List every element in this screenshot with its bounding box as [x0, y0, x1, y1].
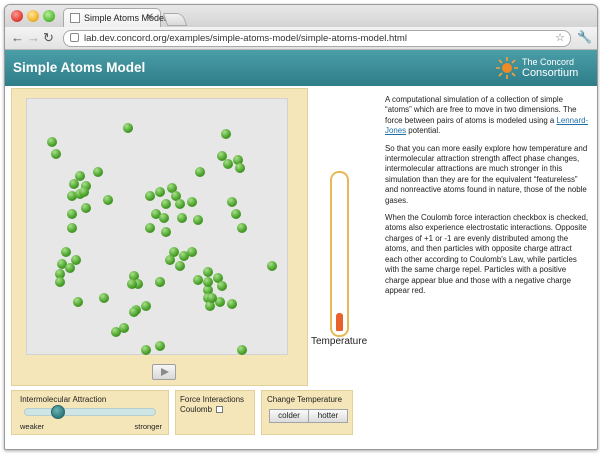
simulation-canvas[interactable]	[26, 98, 288, 355]
atom[interactable]	[119, 323, 129, 333]
atom[interactable]	[231, 209, 241, 219]
wrench-menu-icon[interactable]: 🔧	[577, 30, 592, 44]
tab-close-icon[interactable]: ✕	[146, 12, 154, 23]
atom[interactable]	[193, 215, 203, 225]
atom[interactable]	[103, 195, 113, 205]
atom[interactable]	[235, 163, 245, 173]
atom[interactable]	[203, 277, 213, 287]
minimize-window-button[interactable]	[27, 10, 39, 22]
atom[interactable]	[55, 277, 65, 287]
atom[interactable]	[145, 191, 155, 201]
description-paragraph-3: When the Coulomb force interaction check…	[385, 213, 589, 295]
bookmark-star-icon[interactable]: ☆	[555, 31, 565, 44]
atom[interactable]	[127, 279, 137, 289]
atom[interactable]	[69, 179, 79, 189]
atom[interactable]	[203, 267, 213, 277]
atom[interactable]	[159, 213, 169, 223]
atom[interactable]	[161, 227, 171, 237]
attraction-slider-handle[interactable]	[50, 405, 65, 419]
attraction-title: Intermolecular Attraction	[20, 395, 107, 404]
atom[interactable]	[65, 263, 75, 273]
atom[interactable]	[47, 137, 57, 147]
atom[interactable]	[237, 223, 247, 233]
atom[interactable]	[61, 247, 71, 257]
back-arrow-icon[interactable]: ←	[11, 30, 24, 46]
browser-window: Simple Atoms Model ✕ ← → ↻ lab.dev.conco…	[4, 4, 598, 450]
colder-button[interactable]: colder	[269, 409, 309, 423]
atom[interactable]	[141, 301, 151, 311]
atom[interactable]	[73, 297, 83, 307]
attraction-slider[interactable]	[24, 405, 156, 419]
play-button[interactable]	[152, 364, 176, 380]
sunburst-logo-icon	[496, 57, 518, 79]
atom[interactable]	[267, 261, 277, 271]
thermometer-fill	[336, 313, 343, 331]
atom[interactable]	[165, 255, 175, 265]
thermometer	[330, 171, 349, 337]
atom[interactable]	[177, 213, 187, 223]
atom[interactable]	[175, 199, 185, 209]
atom[interactable]	[223, 159, 233, 169]
description-paragraph-2: So that you can more easily explore how …	[385, 143, 588, 205]
atom[interactable]	[67, 223, 77, 233]
simulation-panel	[11, 88, 308, 386]
logo-line1: The Concord	[522, 57, 575, 67]
atom[interactable]	[207, 293, 217, 303]
page-title: Simple Atoms Model	[13, 60, 146, 75]
force-interactions-title: Force Interactions	[180, 395, 245, 404]
browser-toolbar: ← → ↻ lab.dev.concord.org/examples/simpl…	[5, 27, 597, 50]
forward-arrow-icon[interactable]: →	[27, 30, 40, 46]
change-temperature-control: Change Temperature colder hotter	[261, 390, 353, 435]
atom[interactable]	[217, 281, 227, 291]
zoom-window-button[interactable]	[43, 10, 55, 22]
atom[interactable]	[195, 167, 205, 177]
atom[interactable]	[99, 293, 109, 303]
description: A computational simulation of a collecti…	[385, 95, 589, 303]
page-favicon-icon	[70, 13, 80, 23]
close-window-button[interactable]	[11, 10, 23, 22]
reload-icon[interactable]: ↻	[43, 30, 54, 46]
atom[interactable]	[67, 209, 77, 219]
atom[interactable]	[155, 341, 165, 351]
atom[interactable]	[161, 199, 171, 209]
attraction-control: Intermolecular Attraction weaker stronge…	[11, 390, 169, 435]
atom[interactable]	[141, 345, 151, 355]
atom[interactable]	[227, 299, 237, 309]
atom[interactable]	[155, 187, 165, 197]
logo-line2: Consortium	[522, 67, 579, 79]
atom[interactable]	[93, 167, 103, 177]
new-tab-button[interactable]	[162, 13, 188, 26]
atom[interactable]	[237, 345, 247, 355]
atom[interactable]	[155, 277, 165, 287]
change-temperature-title: Change Temperature	[267, 395, 343, 404]
tab-simple-atoms-model[interactable]: Simple Atoms Model ✕	[63, 8, 166, 28]
atom[interactable]	[227, 197, 237, 207]
hotter-button[interactable]: hotter	[308, 409, 348, 423]
description-paragraph-1: A computational simulation of a collecti…	[385, 95, 589, 136]
atom[interactable]	[51, 149, 61, 159]
force-interactions-control: Force Interactions Coulomb	[175, 390, 255, 435]
atom[interactable]	[193, 275, 203, 285]
atom[interactable]	[187, 197, 197, 207]
attraction-max-label: stronger	[134, 422, 162, 431]
app-header: Simple Atoms Model The Concord Consortiu…	[5, 50, 597, 86]
thermometer-label: Temperature	[311, 336, 368, 347]
atom[interactable]	[145, 223, 155, 233]
atom[interactable]	[175, 261, 185, 271]
atom[interactable]	[123, 123, 133, 133]
atom[interactable]	[81, 203, 91, 213]
address-bar[interactable]: lab.dev.concord.org/examples/simple-atom…	[63, 30, 571, 47]
coulomb-label: Coulomb	[180, 405, 213, 414]
coulomb-checkbox[interactable]	[216, 406, 223, 413]
play-icon	[161, 368, 169, 376]
tab-strip: Simple Atoms Model ✕	[5, 5, 597, 28]
atom[interactable]	[129, 307, 139, 317]
concord-consortium-logo[interactable]: The Concord Consortium	[495, 54, 591, 82]
attraction-min-label: weaker	[20, 422, 45, 431]
url-text[interactable]: lab.dev.concord.org/examples/simple-atom…	[84, 33, 407, 44]
atom[interactable]	[187, 247, 197, 257]
atom[interactable]	[79, 187, 89, 197]
atom[interactable]	[221, 129, 231, 139]
page-icon	[70, 33, 79, 42]
